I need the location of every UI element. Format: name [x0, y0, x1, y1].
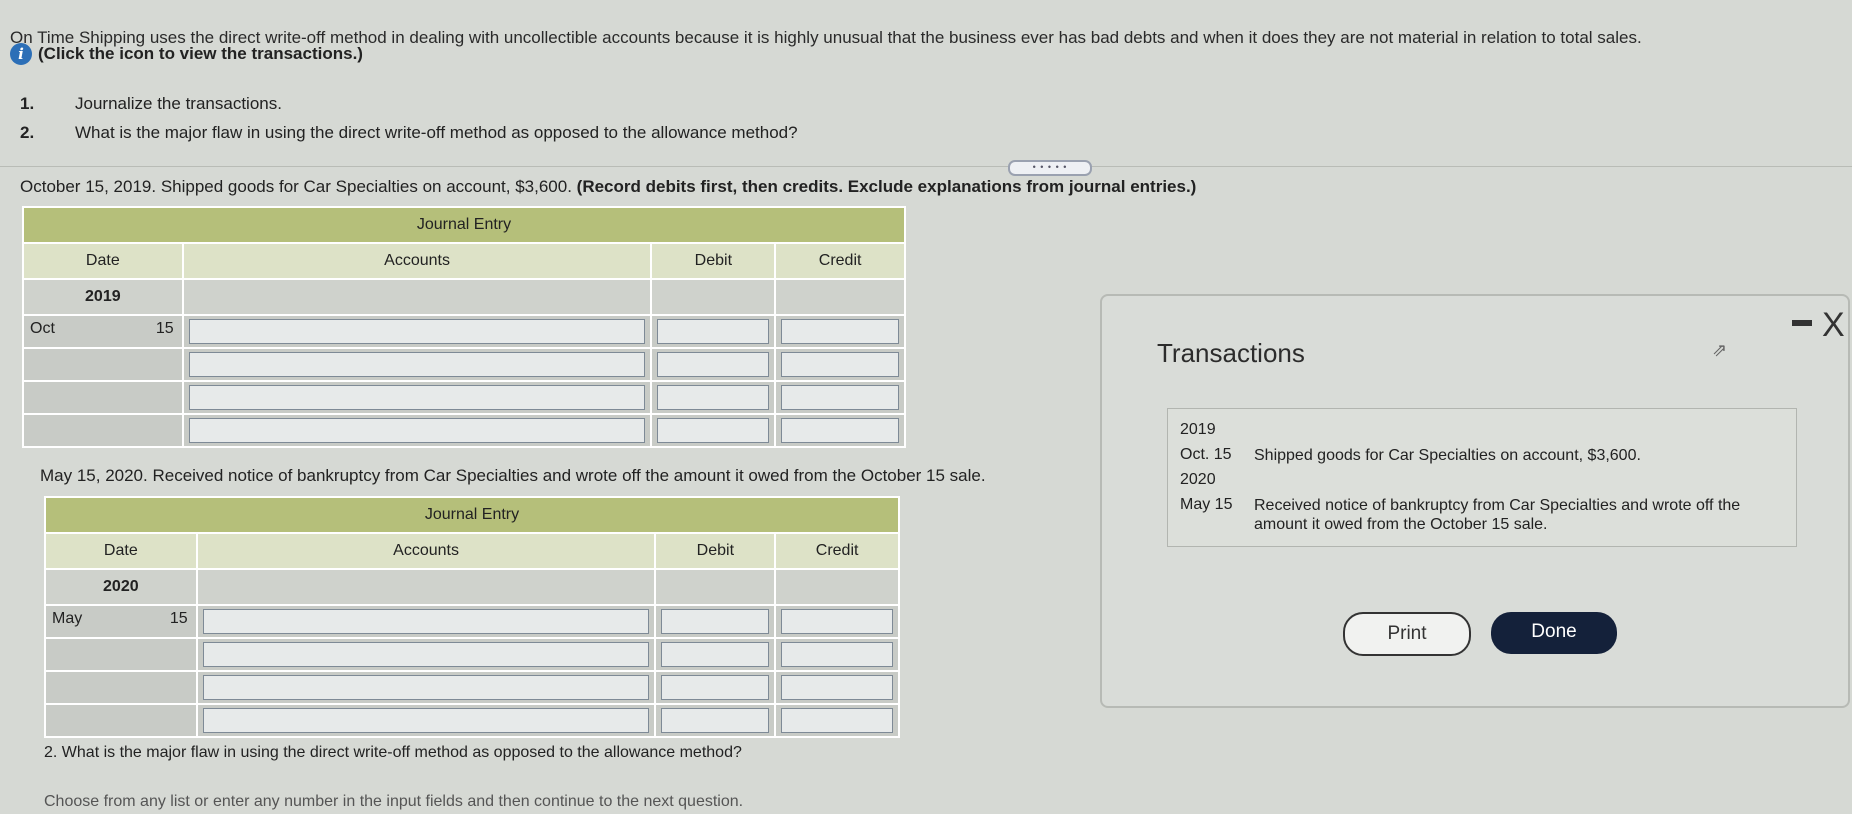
cursor-icon: ⇗	[1712, 340, 1728, 360]
journal-entry-table-2: Journal Entry Date Accounts Debit Credit…	[44, 496, 900, 738]
date-header: Date	[22, 242, 184, 280]
entry1-prompt-text: October 15, 2019. Shipped goods for Car …	[20, 177, 572, 196]
transaction-desc: Received notice of bankruptcy from Car S…	[1254, 497, 1741, 533]
accounts-header: Accounts	[181, 242, 653, 280]
question-text: What is the major flaw in using the dire…	[75, 123, 798, 142]
question-number: 2.	[20, 123, 35, 142]
debit-input[interactable]	[657, 418, 770, 443]
debit-input[interactable]	[657, 385, 770, 410]
account-input[interactable]	[202, 609, 650, 634]
debit-input[interactable]	[661, 708, 770, 733]
expand-button[interactable]: • • • • •	[1008, 160, 1092, 176]
date-cell: May 15	[44, 604, 198, 639]
credit-input[interactable]	[781, 385, 899, 410]
year-cell: 2020	[44, 568, 198, 606]
credit-header: Credit	[774, 532, 900, 570]
transaction-date: May 15	[1180, 496, 1233, 513]
account-input[interactable]	[188, 352, 646, 377]
journal-entry-title: Journal Entry	[44, 496, 900, 534]
entry1-instruction: (Record debits first, then credits. Excl…	[576, 177, 1197, 196]
journal-entry-title: Journal Entry	[22, 206, 906, 244]
question-number: 1.	[20, 94, 35, 113]
info-icon[interactable]: i	[10, 43, 32, 65]
credit-input[interactable]	[781, 319, 899, 344]
divider	[0, 166, 1852, 167]
question-1: 1. Journalize the transactions.	[20, 94, 282, 114]
done-button[interactable]: Done	[1491, 612, 1617, 654]
question-text: Journalize the transactions.	[75, 94, 282, 113]
credit-input[interactable]	[781, 642, 893, 667]
debit-input[interactable]	[661, 642, 770, 667]
debit-input[interactable]	[657, 352, 770, 377]
debit-header: Debit	[654, 532, 777, 570]
day-label: 15	[155, 320, 174, 337]
credit-input[interactable]	[781, 352, 899, 377]
debit-header: Debit	[650, 242, 777, 280]
entry2-prompt: May 15, 2020. Received notice of bankrup…	[40, 466, 986, 485]
credit-input[interactable]	[781, 708, 893, 733]
month-label: Oct	[30, 320, 55, 337]
account-input[interactable]	[188, 385, 646, 410]
info-text: (Click the icon to view the transactions…	[38, 44, 363, 63]
debit-input[interactable]	[657, 319, 770, 344]
close-icon[interactable]: X	[1822, 306, 1845, 345]
credit-header: Credit	[774, 242, 906, 280]
entry1-prompt: October 15, 2019. Shipped goods for Car …	[20, 177, 1196, 197]
transaction-date: Oct. 15	[1180, 446, 1232, 463]
modal-title: Transactions	[1157, 338, 1305, 368]
debit-input[interactable]	[661, 609, 770, 634]
credit-input[interactable]	[781, 675, 893, 700]
credit-input[interactable]	[781, 609, 893, 634]
transactions-list: 2019 Oct. 15 Shipped goods for Car Specia…	[1167, 408, 1797, 547]
day-label: 15	[169, 610, 188, 627]
account-input[interactable]	[202, 642, 650, 667]
transaction-row: May 15 Received notice of bankruptcy from…	[1180, 496, 1774, 534]
print-button[interactable]: Print	[1343, 612, 1471, 656]
transaction-row: Oct. 15 Shipped goods for Car Specialties…	[1180, 446, 1774, 465]
journal-entry-table-1: Journal Entry Date Accounts Debit Credit…	[22, 206, 906, 448]
month-label: May	[52, 610, 83, 627]
account-input[interactable]	[188, 418, 646, 443]
account-input[interactable]	[188, 319, 646, 344]
accounts-header: Accounts	[195, 532, 657, 570]
date-cell: Oct 15	[22, 314, 184, 349]
instruction-note: Choose from any list or enter any number…	[44, 793, 744, 810]
question-2-heading: 2. What is the major flaw in using the d…	[44, 744, 742, 761]
account-input[interactable]	[202, 675, 650, 700]
year-cell: 2019	[22, 278, 184, 316]
year-label: 2019	[1180, 421, 1216, 438]
account-input[interactable]	[202, 708, 650, 733]
date-header: Date	[44, 532, 198, 570]
credit-input[interactable]	[781, 418, 899, 443]
transaction-desc: Shipped goods for Car Specialties on acc…	[1254, 447, 1641, 464]
year-label: 2020	[1180, 471, 1216, 488]
question-2: 2. What is the major flaw in using the di…	[20, 123, 798, 143]
debit-input[interactable]	[661, 675, 770, 700]
minimize-icon[interactable]	[1792, 320, 1812, 326]
info-line: i (Click the icon to view the transactio…	[10, 43, 363, 65]
